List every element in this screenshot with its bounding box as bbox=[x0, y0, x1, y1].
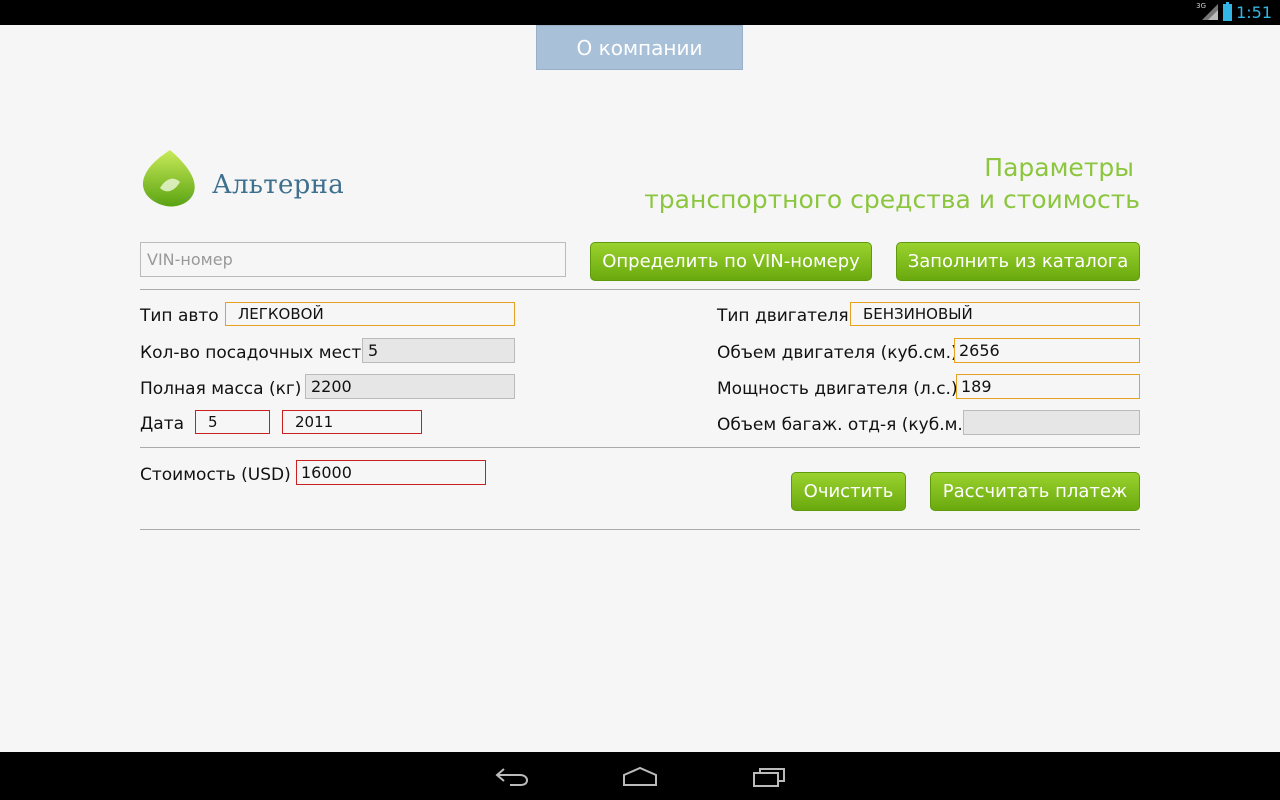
engine-volume-label: Объем двигателя (куб.см.) bbox=[717, 343, 958, 363]
divider bbox=[140, 289, 1140, 290]
home-icon[interactable] bbox=[622, 764, 658, 788]
recents-icon[interactable] bbox=[752, 764, 788, 788]
total-mass-label: Полная масса (кг) bbox=[140, 379, 302, 399]
engine-power-label: Мощность двигателя (л.с.) bbox=[717, 379, 958, 399]
date-label: Дата bbox=[140, 414, 185, 434]
battery-icon bbox=[1223, 2, 1232, 21]
vin-input[interactable] bbox=[140, 242, 566, 277]
calculate-payment-button[interactable]: Рассчитать платеж bbox=[930, 472, 1140, 511]
engine-volume-field[interactable] bbox=[954, 338, 1140, 363]
date-year-field[interactable] bbox=[282, 410, 422, 434]
seats-field[interactable] bbox=[362, 338, 515, 363]
fill-from-catalog-button[interactable]: Заполнить из каталога bbox=[896, 242, 1140, 281]
total-mass-field[interactable] bbox=[305, 374, 515, 399]
status-clock: 1:51 bbox=[1236, 3, 1272, 22]
divider bbox=[140, 447, 1140, 448]
engine-power-field[interactable] bbox=[956, 374, 1140, 399]
page-title-line1: Параметры bbox=[984, 153, 1134, 182]
navigation-bar bbox=[0, 752, 1280, 800]
clear-button[interactable]: Очистить bbox=[791, 472, 906, 511]
car-type-label: Тип авто bbox=[140, 306, 219, 326]
status-bar: 3G 1:51 bbox=[0, 0, 1280, 25]
date-month-field[interactable] bbox=[195, 410, 270, 434]
engine-type-label: Тип двигателя bbox=[717, 306, 849, 326]
trunk-volume-label: Объем багаж. отд-я (куб.м.) bbox=[717, 415, 970, 435]
about-company-button[interactable]: О компании bbox=[536, 25, 743, 70]
back-icon[interactable] bbox=[494, 764, 530, 788]
brand-name: Альтерна bbox=[212, 170, 345, 200]
car-type-field[interactable] bbox=[225, 302, 515, 326]
page-title: Параметры транспортного средства и стоим… bbox=[644, 152, 1140, 216]
cost-label: Стоимость (USD) bbox=[140, 465, 291, 485]
engine-type-field[interactable] bbox=[850, 302, 1140, 326]
signal-icon bbox=[1202, 4, 1218, 20]
trunk-volume-field[interactable] bbox=[963, 410, 1140, 435]
detect-by-vin-button[interactable]: Определить по VIN-номеру bbox=[590, 242, 872, 281]
seats-label: Кол-во посадочных мест bbox=[140, 343, 362, 363]
leaf-drop-logo bbox=[142, 150, 195, 207]
divider bbox=[140, 529, 1140, 530]
page-title-line2: транспортного средства и стоимость bbox=[644, 185, 1140, 214]
cost-field[interactable] bbox=[296, 460, 486, 485]
